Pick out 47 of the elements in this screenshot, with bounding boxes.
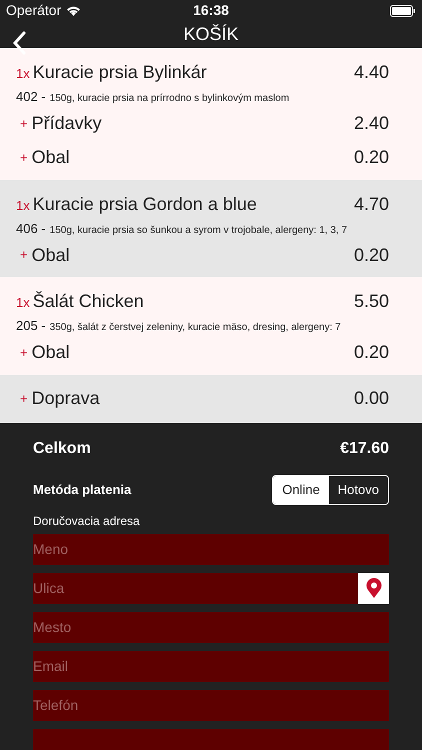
item-price: 4.70 (354, 192, 389, 216)
input-field[interactable]: Ulica (33, 572, 358, 604)
total-value: €17.60 (340, 438, 389, 458)
extra-price: 0.20 (354, 244, 389, 266)
input-field[interactable]: Meno (33, 534, 389, 564)
input-field[interactable]: Telefón (33, 690, 389, 720)
item-code: 205 - (16, 317, 46, 335)
extra-price: 0.20 (354, 341, 389, 364)
item-quantity: 1x (16, 65, 30, 83)
item-description: 150g, kuracie prsia na prírrodno s bylinkovým maslom (50, 92, 290, 106)
extra-name: Obal (32, 244, 70, 266)
plus-mark: + (20, 246, 28, 264)
payment-label: Metóda platenia (33, 480, 132, 499)
location-button[interactable] (358, 572, 389, 604)
plus-mark: + (20, 390, 28, 408)
map-pin-icon (366, 578, 382, 598)
extra-name: Obal (32, 146, 70, 169)
input-field[interactable]: Mesto (33, 612, 389, 642)
extra-name: Obal (32, 341, 70, 364)
item-quantity: 1x (16, 294, 30, 312)
item-code: 406 - (16, 220, 46, 238)
extra-price: 0.00 (354, 387, 389, 410)
item-name: Kuracie prsia Gordon a blue (32, 192, 257, 216)
total-label: Celkom (33, 438, 91, 458)
wifi-icon (66, 5, 82, 16)
plus-mark: + (20, 114, 28, 133)
item-description: 150g, kuracie prsia so šunkou a syrom v trojobale, alergeny: 1, 3, 7 (50, 224, 348, 238)
item-description: 350g, šalát z čerstvej zeleniny, kuracie mäso, dresing, alergeny: 7 (50, 321, 341, 335)
input-field[interactable]: Email (33, 650, 389, 682)
item-price: 5.50 (354, 290, 389, 313)
item-price: 4.40 (354, 61, 389, 84)
plus-mark: + (20, 148, 28, 167)
item-name: Kuracie prsia Bylinkár (32, 61, 207, 84)
extra-price: 0.20 (354, 146, 389, 169)
item-code: 402 - (16, 88, 46, 106)
item-quantity: 1x (16, 196, 30, 214)
extra-price: 2.40 (354, 112, 389, 135)
battery-icon (390, 4, 416, 16)
screen-title: KOŠÍK (183, 23, 239, 46)
extra-name: Doprava (32, 387, 100, 410)
item-name: Šalát Chicken (32, 290, 144, 313)
payment-option[interactable]: Online (273, 476, 329, 504)
address-label: Doručovacia adresa (33, 512, 141, 530)
carrier-name: Operátor (6, 1, 62, 20)
plus-mark: + (20, 344, 28, 362)
extra-name: Přídavky (32, 112, 102, 135)
clock-time: 16:38 (193, 1, 229, 20)
